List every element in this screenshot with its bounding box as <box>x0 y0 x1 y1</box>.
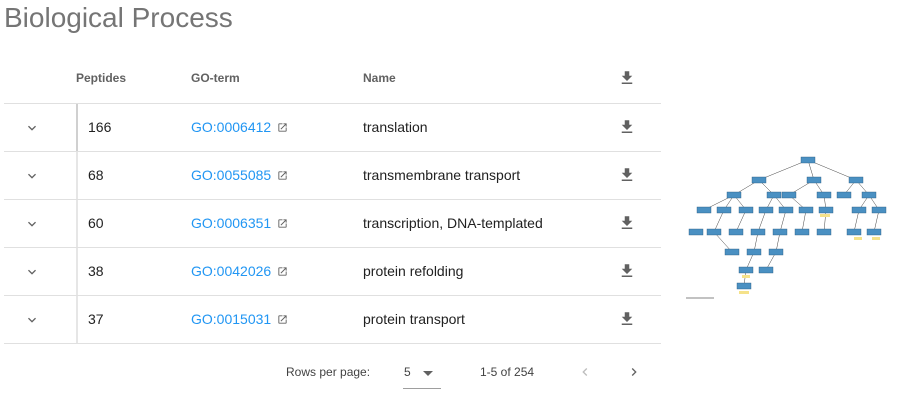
goterm-cell: GO:0055085 <box>191 167 288 183</box>
goterm-link[interactable]: GO:0015031 <box>191 311 271 327</box>
chevron-down-icon[interactable] <box>24 312 40 328</box>
table-row: 38 GO:0042026 protein refolding <box>4 248 661 296</box>
chevron-right-icon[interactable] <box>626 364 642 380</box>
download-icon[interactable] <box>618 262 636 280</box>
row-divider <box>76 248 78 295</box>
goterm-link[interactable]: GO:0006351 <box>191 215 271 231</box>
goterm-link[interactable]: GO:0042026 <box>191 263 271 279</box>
chevron-down-icon[interactable] <box>24 168 40 184</box>
rows-per-page-label: Rows per page: <box>286 365 371 379</box>
page-title: Biological Process <box>4 2 233 33</box>
name-cell: transcription, DNA-templated <box>363 215 543 231</box>
pagination: Rows per page: 5 1-5 of 254 <box>4 352 661 392</box>
peptides-cell: 38 <box>88 263 104 279</box>
goterm-cell: GO:0042026 <box>191 263 288 279</box>
peptides-cell: 60 <box>88 215 104 231</box>
chevron-down-icon[interactable] <box>24 216 40 232</box>
download-icon[interactable] <box>618 166 636 184</box>
download-icon[interactable] <box>618 310 636 328</box>
table-row: 60 GO:0006351 transcription, DNA-templat… <box>4 200 661 248</box>
column-header-peptides[interactable]: Peptides <box>76 71 126 85</box>
name-cell: transmembrane transport <box>363 167 521 183</box>
dropdown-arrow-icon <box>423 371 433 376</box>
table-header: Peptides GO-term Name <box>4 55 661 104</box>
external-link-icon[interactable] <box>277 122 288 133</box>
table-row: 68 GO:0055085 transmembrane transport <box>4 152 661 200</box>
rows-per-page-select[interactable]: 5 <box>403 360 441 389</box>
chevron-down-icon[interactable] <box>24 120 40 136</box>
table-row: 37 GO:0015031 protein transport <box>4 296 661 344</box>
column-header-goterm[interactable]: GO-term <box>191 71 240 85</box>
chevron-down-icon[interactable] <box>24 264 40 280</box>
row-divider <box>76 104 78 151</box>
chevron-left-icon[interactable] <box>577 364 593 380</box>
pagination-range: 1-5 of 254 <box>480 365 535 379</box>
row-divider <box>76 296 78 343</box>
download-icon[interactable] <box>618 214 636 232</box>
name-cell: translation <box>363 119 428 135</box>
column-header-name[interactable]: Name <box>363 71 396 85</box>
name-cell: protein transport <box>363 311 465 327</box>
row-divider <box>76 200 78 247</box>
download-icon[interactable] <box>618 118 636 136</box>
go-graph-thumbnail[interactable] <box>684 152 894 304</box>
external-link-icon[interactable] <box>277 314 288 325</box>
peptides-cell: 37 <box>88 311 104 327</box>
row-divider <box>76 152 78 199</box>
download-all-icon[interactable] <box>618 69 636 87</box>
goterm-cell: GO:0006412 <box>191 119 288 135</box>
goterm-link[interactable]: GO:0006412 <box>191 119 271 135</box>
goterm-link[interactable]: GO:0055085 <box>191 167 271 183</box>
goterm-cell: GO:0006351 <box>191 215 288 231</box>
name-cell: protein refolding <box>363 263 464 279</box>
external-link-icon[interactable] <box>277 218 288 229</box>
peptides-cell: 166 <box>88 119 112 135</box>
rows-per-page-value: 5 <box>404 365 411 379</box>
peptides-cell: 68 <box>88 167 104 183</box>
table-row: 166 GO:0006412 translation <box>4 104 661 152</box>
goterm-cell: GO:0015031 <box>191 311 288 327</box>
external-link-icon[interactable] <box>277 266 288 277</box>
go-terms-table: Peptides GO-term Name 166 GO:0006412 tra… <box>4 55 661 344</box>
external-link-icon[interactable] <box>277 170 288 181</box>
